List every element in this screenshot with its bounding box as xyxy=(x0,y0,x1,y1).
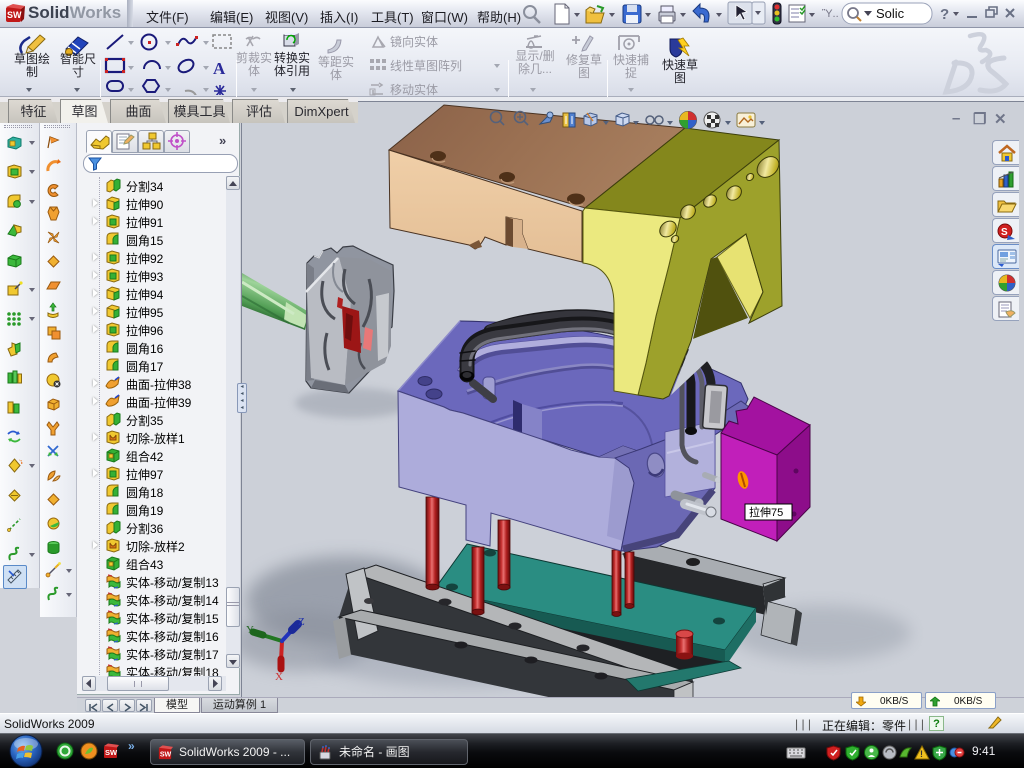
svg-text:Z: Z xyxy=(298,616,305,628)
svg-text:Ὓ..: Ὓ.. xyxy=(822,8,839,20)
svg-text:X: X xyxy=(275,671,283,683)
svg-text:拉伸75: 拉伸75 xyxy=(749,505,783,519)
svg-text:?: ? xyxy=(940,6,949,23)
svg-text:!: ! xyxy=(920,749,923,759)
svg-text:SW: SW xyxy=(160,750,172,758)
svg-text:SW: SW xyxy=(7,10,22,20)
svg-text:Solic: Solic xyxy=(876,6,905,21)
svg-text:SW: SW xyxy=(105,748,118,757)
svg-text:S: S xyxy=(1001,227,1008,238)
svg-text:Y: Y xyxy=(246,624,254,636)
svg-text:A: A xyxy=(213,59,226,78)
